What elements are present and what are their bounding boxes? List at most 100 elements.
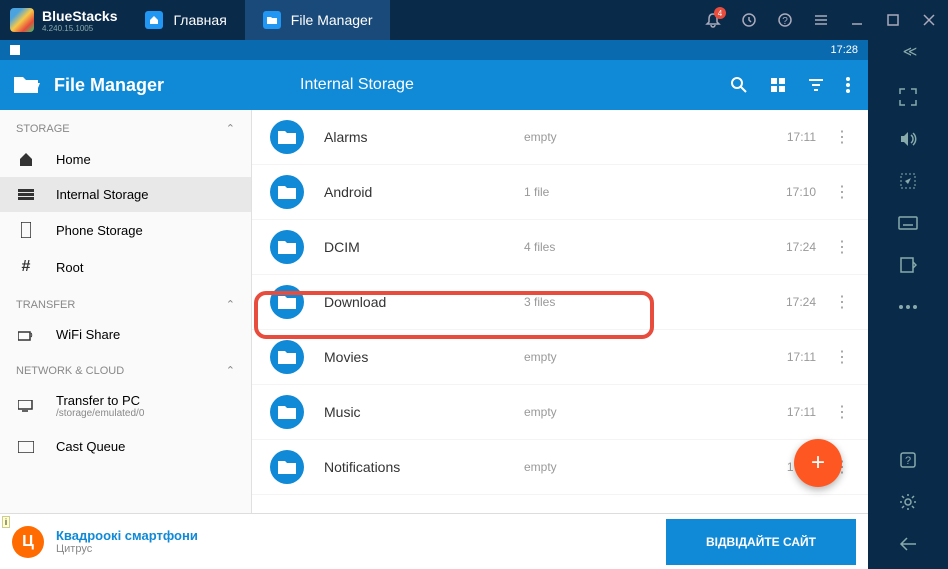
more-vert-icon[interactable]: ⋮: [834, 402, 850, 422]
more-horiz-icon[interactable]: [897, 296, 919, 318]
ad-logo-icon: Ц: [12, 526, 44, 558]
home-icon: [16, 151, 36, 167]
ad-banner[interactable]: i Ц Квадроокі смартфони Цитрус ВІДВІДАЙТ…: [0, 513, 868, 569]
back-icon[interactable]: [897, 533, 919, 555]
folder-row[interactable]: Android 1 file 17:10 ⋮: [252, 165, 868, 220]
collapse-rail-icon[interactable]: ≪: [903, 43, 914, 60]
fab-add-button[interactable]: +: [794, 439, 842, 487]
folder-name: Movies: [324, 349, 524, 365]
close-icon[interactable]: [920, 11, 938, 29]
maximize-icon[interactable]: [884, 11, 902, 29]
folder-name: Notifications: [324, 459, 524, 475]
folder-time: 17:11: [787, 130, 816, 144]
app-body: STORAGE ⌃ Home Internal Storage Phone St…: [0, 110, 868, 530]
sidebar-item-wifi-share[interactable]: WiFi Share: [0, 317, 251, 352]
phone-icon: [16, 222, 36, 238]
folder-name: DCIM: [324, 239, 524, 255]
folder-info: empty: [524, 460, 787, 474]
hamburger-icon[interactable]: [812, 11, 830, 29]
folder-open-icon: [14, 75, 40, 95]
breadcrumb: Internal Storage: [252, 76, 730, 94]
install-apk-icon[interactable]: [897, 254, 919, 276]
more-vert-icon[interactable]: ⋮: [834, 347, 850, 367]
folder-info: 4 files: [524, 240, 786, 254]
folder-icon: [270, 175, 304, 209]
sidebar-item-internal-storage[interactable]: Internal Storage: [0, 177, 251, 212]
search-icon[interactable]: [730, 76, 748, 94]
folder-info: empty: [524, 130, 787, 144]
section-label: NETWORK & CLOUD: [16, 365, 124, 377]
sidebar-item-sublabel: /storage/emulated/0: [56, 408, 144, 419]
folder-info: 3 files: [524, 295, 786, 309]
tab-label: File Manager: [291, 12, 373, 28]
sidebar-item-root[interactable]: # Root: [0, 248, 251, 286]
sidebar-item-label: Cast Queue: [56, 439, 125, 454]
bell-icon[interactable]: [704, 11, 722, 29]
help-rail-icon[interactable]: ?: [897, 449, 919, 471]
location-icon[interactable]: [897, 170, 919, 192]
section-transfer[interactable]: TRANSFER ⌃: [0, 286, 251, 317]
ad-title: Квадроокі смартфони: [56, 528, 198, 543]
section-network[interactable]: NETWORK & CLOUD ⌃: [0, 352, 251, 383]
folder-time: 17:11: [787, 405, 816, 419]
fullscreen-icon[interactable]: [897, 86, 919, 108]
sidebar-item-label: Home: [56, 152, 91, 167]
volume-icon[interactable]: [897, 128, 919, 150]
folder-name: Android: [324, 184, 524, 200]
tab-home[interactable]: Главная: [127, 0, 244, 40]
tab-label: Главная: [173, 12, 226, 28]
folder-row[interactable]: Alarms empty 17:11 ⋮: [252, 110, 868, 165]
folder-row[interactable]: Download 3 files 17:24 ⋮: [252, 275, 868, 330]
folder-info: 1 file: [524, 185, 786, 199]
sidebar-item-transfer-pc[interactable]: Transfer to PC /storage/emulated/0: [0, 383, 251, 429]
folder-list[interactable]: Alarms empty 17:11 ⋮ Android 1 file 17:1…: [252, 110, 868, 530]
title-actions: ?: [704, 11, 948, 29]
tab-file-manager[interactable]: File Manager: [245, 0, 391, 40]
main-area: 17:28 File Manager Internal Storage STOR…: [0, 40, 868, 569]
keyboard-icon[interactable]: [897, 212, 919, 234]
folder-name: Download: [324, 294, 524, 310]
grid-view-icon[interactable]: [770, 77, 786, 93]
version-text: 4.240.15.1005: [42, 24, 117, 33]
folder-icon: [270, 285, 304, 319]
svg-text:?: ?: [782, 16, 788, 27]
clock-icon[interactable]: [740, 11, 758, 29]
sidebar-item-label: Root: [56, 260, 83, 275]
ad-cta-button[interactable]: ВІДВІДАЙТЕ САЙТ: [666, 519, 856, 565]
gear-icon[interactable]: [897, 491, 919, 513]
chevron-up-icon: ⌃: [226, 122, 235, 135]
chevron-up-icon: ⌃: [226, 364, 235, 377]
minimize-icon[interactable]: [848, 11, 866, 29]
folder-name: Music: [324, 404, 524, 420]
folder-info: empty: [524, 405, 787, 419]
ad-subtitle: Цитрус: [56, 543, 198, 555]
help-icon[interactable]: ?: [776, 11, 794, 29]
more-vert-icon[interactable]: ⋮: [834, 182, 850, 202]
filter-icon[interactable]: [808, 77, 824, 93]
folder-time: 17:24: [786, 240, 816, 254]
more-vert-icon[interactable]: ⋮: [834, 127, 850, 147]
more-vert-icon[interactable]: ⋮: [834, 292, 850, 312]
folder-row[interactable]: Notifications empty 17:11 ⋮: [252, 440, 868, 495]
app-title: File Manager: [54, 75, 164, 96]
status-time: 17:28: [830, 44, 858, 56]
status-indicator-icon: [10, 45, 20, 55]
more-vert-icon[interactable]: ⋮: [834, 237, 850, 257]
more-vert-icon[interactable]: [846, 77, 850, 93]
folder-row[interactable]: Movies empty 17:11 ⋮: [252, 330, 868, 385]
home-tab-icon: [145, 11, 163, 29]
folder-row[interactable]: Music empty 17:11 ⋮: [252, 385, 868, 440]
ad-badge-icon: i: [2, 516, 10, 528]
folder-icon: [270, 120, 304, 154]
folder-row[interactable]: DCIM 4 files 17:24 ⋮: [252, 220, 868, 275]
sidebar-item-home[interactable]: Home: [0, 141, 251, 177]
sidebar-item-phone-storage[interactable]: Phone Storage: [0, 212, 251, 248]
brand-name: BlueStacks: [42, 8, 117, 24]
folder-icon: [270, 340, 304, 374]
sidebar-item-label: Transfer to PC: [56, 393, 144, 408]
chevron-up-icon: ⌃: [226, 298, 235, 311]
section-storage[interactable]: STORAGE ⌃: [0, 110, 251, 141]
workspace: 17:28 File Manager Internal Storage STOR…: [0, 40, 948, 569]
sidebar-item-cast-queue[interactable]: Cast Queue: [0, 429, 251, 464]
titlebar: BlueStacks 4.240.15.1005 Главная File Ma…: [0, 0, 948, 40]
